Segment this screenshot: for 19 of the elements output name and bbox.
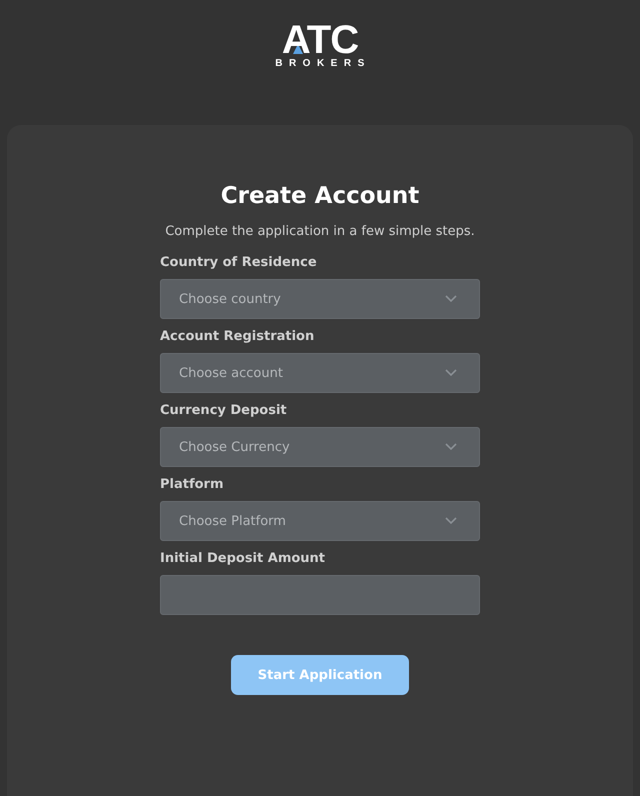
field-label: Initial Deposit Amount	[160, 551, 326, 567]
chevron-down-icon	[445, 295, 457, 303]
chevron-down-icon	[445, 369, 457, 377]
select-field[interactable]: Choose Currency	[160, 427, 480, 467]
logo-wordmark: ATC	[282, 24, 358, 56]
select-field[interactable]: Choose Platform	[160, 501, 480, 541]
field-label: Platform	[160, 477, 225, 493]
chevron-down-icon	[445, 443, 457, 451]
select-field[interactable]: Choose country	[160, 279, 480, 319]
form-subtitle: Complete the application in a few simple steps.	[165, 223, 475, 241]
logo-subtitle: BROKERS	[275, 58, 371, 69]
field-label: Country of Residence	[160, 255, 318, 271]
form-title: Create Account	[220, 182, 420, 211]
select-field[interactable]: Choose account	[160, 353, 480, 393]
input-field[interactable]	[160, 575, 480, 615]
field-label: Account Registration	[160, 329, 316, 345]
chevron-down-icon	[445, 517, 457, 525]
field-label: Currency Deposit	[160, 403, 288, 419]
start-application-button[interactable]: Start Application	[231, 655, 409, 695]
